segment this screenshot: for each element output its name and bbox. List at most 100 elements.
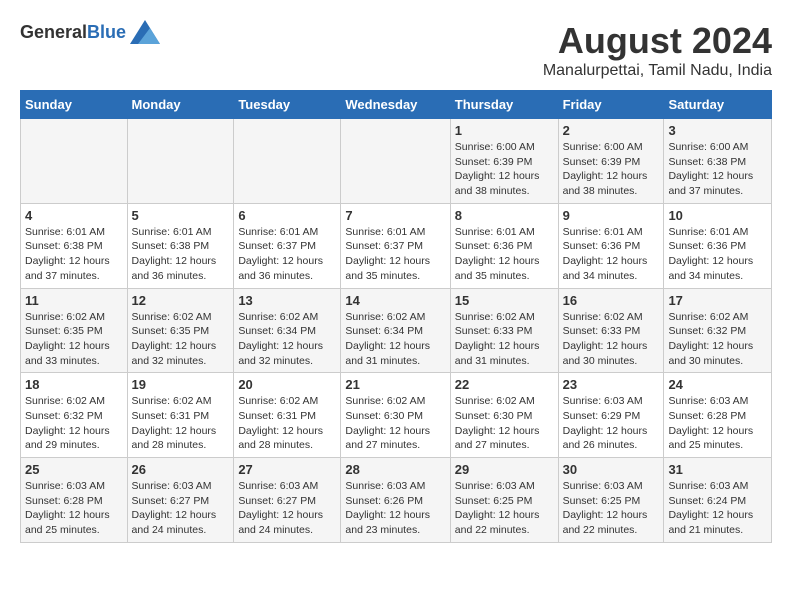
calendar-cell: 26Sunrise: 6:03 AMSunset: 6:27 PMDayligh… bbox=[127, 458, 234, 543]
day-info: Sunrise: 6:01 AMSunset: 6:36 PMDaylight:… bbox=[563, 225, 660, 284]
day-number: 12 bbox=[132, 293, 230, 308]
day-info: Sunrise: 6:02 AMSunset: 6:30 PMDaylight:… bbox=[455, 394, 554, 453]
calendar-cell: 9 Sunrise: 6:01 AMSunset: 6:36 PMDaylight… bbox=[558, 203, 664, 288]
logo-text: GeneralBlue bbox=[20, 22, 126, 43]
calendar-header-row: SundayMondayTuesdayWednesdayThursdayFrid… bbox=[21, 91, 772, 119]
calendar-cell: 5 Sunrise: 6:01 AMSunset: 6:38 PMDaylight… bbox=[127, 203, 234, 288]
day-number: 4 bbox=[25, 208, 123, 223]
day-number: 18 bbox=[25, 377, 123, 392]
calendar-cell: 12 Sunrise: 6:02 AMSunset: 6:35 PMDayligh… bbox=[127, 288, 234, 373]
calendar-cell: 30 Sunrise: 6:03 AMSunset: 6:25 PMDayligh… bbox=[558, 458, 664, 543]
day-info: Sunrise: 6:01 AMSunset: 6:37 PMDaylight:… bbox=[238, 225, 336, 284]
day-number: 9 bbox=[563, 208, 660, 223]
calendar-cell: 29 Sunrise: 6:03 AMSunset: 6:25 PMDayligh… bbox=[450, 458, 558, 543]
page-header: GeneralBlue August 2024 Manalurpettai, T… bbox=[20, 20, 772, 80]
day-info: Sunrise: 6:02 AMSunset: 6:35 PMDaylight:… bbox=[132, 310, 230, 369]
calendar-week-row: 25 Sunrise: 6:03 AMSunset: 6:28 PMDayligh… bbox=[21, 458, 772, 543]
calendar-cell: 13 Sunrise: 6:02 AMSunset: 6:34 PMDayligh… bbox=[234, 288, 341, 373]
day-number: 31 bbox=[668, 462, 767, 477]
day-info: Sunrise: 6:02 AMSunset: 6:34 PMDaylight:… bbox=[238, 310, 336, 369]
day-info: Sunrise: 6:03 AMSunset: 6:25 PMDaylight:… bbox=[563, 479, 660, 538]
day-number: 29 bbox=[455, 462, 554, 477]
calendar-table: SundayMondayTuesdayWednesdayThursdayFrid… bbox=[20, 90, 772, 543]
calendar-cell: 6Sunrise: 6:01 AMSunset: 6:37 PMDaylight… bbox=[234, 203, 341, 288]
day-number: 27 bbox=[238, 462, 336, 477]
day-number: 11 bbox=[25, 293, 123, 308]
calendar-cell: 1Sunrise: 6:00 AMSunset: 6:39 PMDaylight… bbox=[450, 119, 558, 204]
calendar-cell: 18 Sunrise: 6:02 AMSunset: 6:32 PMDayligh… bbox=[21, 373, 128, 458]
page-title: August 2024 bbox=[543, 20, 772, 62]
day-header-wednesday: Wednesday bbox=[341, 91, 450, 119]
day-info: Sunrise: 6:02 AMSunset: 6:32 PMDaylight:… bbox=[668, 310, 767, 369]
day-header-saturday: Saturday bbox=[664, 91, 772, 119]
calendar-cell bbox=[341, 119, 450, 204]
calendar-cell: 3 Sunrise: 6:00 AMSunset: 6:38 PMDaylight… bbox=[664, 119, 772, 204]
calendar-cell: 31 Sunrise: 6:03 AMSunset: 6:24 PMDayligh… bbox=[664, 458, 772, 543]
calendar-cell: 19 Sunrise: 6:02 AMSunset: 6:31 PMDayligh… bbox=[127, 373, 234, 458]
day-number: 1 bbox=[455, 123, 554, 138]
calendar-cell: 28 Sunrise: 6:03 AMSunset: 6:26 PMDayligh… bbox=[341, 458, 450, 543]
calendar-cell: 25 Sunrise: 6:03 AMSunset: 6:28 PMDayligh… bbox=[21, 458, 128, 543]
day-number: 20 bbox=[238, 377, 336, 392]
day-info: Sunrise: 6:01 AMSunset: 6:38 PMDaylight:… bbox=[132, 225, 230, 284]
day-header-friday: Friday bbox=[558, 91, 664, 119]
logo: GeneralBlue bbox=[20, 20, 160, 44]
calendar-cell bbox=[21, 119, 128, 204]
day-info: Sunrise: 6:03 AMSunset: 6:28 PMDaylight:… bbox=[25, 479, 123, 538]
logo-blue: Blue bbox=[87, 22, 126, 42]
day-info: Sunrise: 6:01 AMSunset: 6:36 PMDaylight:… bbox=[668, 225, 767, 284]
day-info: Sunrise: 6:03 AMSunset: 6:29 PMDaylight:… bbox=[563, 394, 660, 453]
calendar-week-row: 4 Sunrise: 6:01 AMSunset: 6:38 PMDaylight… bbox=[21, 203, 772, 288]
day-info: Sunrise: 6:03 AMSunset: 6:24 PMDaylight:… bbox=[668, 479, 767, 538]
day-info: Sunrise: 6:01 AMSunset: 6:36 PMDaylight:… bbox=[455, 225, 554, 284]
day-number: 5 bbox=[132, 208, 230, 223]
day-number: 8 bbox=[455, 208, 554, 223]
calendar-cell: 23Sunrise: 6:03 AMSunset: 6:29 PMDayligh… bbox=[558, 373, 664, 458]
day-number: 19 bbox=[132, 377, 230, 392]
calendar-cell bbox=[127, 119, 234, 204]
day-number: 28 bbox=[345, 462, 445, 477]
calendar-week-row: 1 Sunrise: 6:00 AMSunset: 6:39 PMDaylight… bbox=[21, 119, 772, 204]
day-info: Sunrise: 6:02 AMSunset: 6:34 PMDaylight:… bbox=[345, 310, 445, 369]
day-info: Sunrise: 6:03 AMSunset: 6:26 PMDaylight:… bbox=[345, 479, 445, 538]
day-number: 3 bbox=[668, 123, 767, 138]
logo-icon bbox=[130, 20, 160, 44]
calendar-week-row: 11 Sunrise: 6:02 AMSunset: 6:35 PMDayligh… bbox=[21, 288, 772, 373]
day-number: 10 bbox=[668, 208, 767, 223]
calendar-cell: 2 Sunrise: 6:00 AMSunset: 6:39 PMDaylight… bbox=[558, 119, 664, 204]
day-number: 7 bbox=[345, 208, 445, 223]
calendar-cell: 10 Sunrise: 6:01 AMSunset: 6:36 PMDayligh… bbox=[664, 203, 772, 288]
day-number: 26 bbox=[132, 462, 230, 477]
calendar-cell: 15Sunrise: 6:02 AMSunset: 6:33 PMDayligh… bbox=[450, 288, 558, 373]
day-info: Sunrise: 6:02 AMSunset: 6:31 PMDaylight:… bbox=[238, 394, 336, 453]
calendar-cell: 11 Sunrise: 6:02 AMSunset: 6:35 PMDayligh… bbox=[21, 288, 128, 373]
calendar-week-row: 18 Sunrise: 6:02 AMSunset: 6:32 PMDayligh… bbox=[21, 373, 772, 458]
calendar-cell: 17 Sunrise: 6:02 AMSunset: 6:32 PMDayligh… bbox=[664, 288, 772, 373]
day-number: 2 bbox=[563, 123, 660, 138]
day-number: 16 bbox=[563, 293, 660, 308]
day-info: Sunrise: 6:02 AMSunset: 6:35 PMDaylight:… bbox=[25, 310, 123, 369]
day-info: Sunrise: 6:03 AMSunset: 6:27 PMDaylight:… bbox=[238, 479, 336, 538]
day-info: Sunrise: 6:02 AMSunset: 6:30 PMDaylight:… bbox=[345, 394, 445, 453]
day-info: Sunrise: 6:02 AMSunset: 6:33 PMDaylight:… bbox=[455, 310, 554, 369]
day-number: 22 bbox=[455, 377, 554, 392]
calendar-cell: 8 Sunrise: 6:01 AMSunset: 6:36 PMDaylight… bbox=[450, 203, 558, 288]
calendar-cell: 22 Sunrise: 6:02 AMSunset: 6:30 PMDayligh… bbox=[450, 373, 558, 458]
calendar-cell: 14Sunrise: 6:02 AMSunset: 6:34 PMDayligh… bbox=[341, 288, 450, 373]
calendar-cell: 16Sunrise: 6:02 AMSunset: 6:33 PMDayligh… bbox=[558, 288, 664, 373]
calendar-cell: 24 Sunrise: 6:03 AMSunset: 6:28 PMDayligh… bbox=[664, 373, 772, 458]
day-info: Sunrise: 6:02 AMSunset: 6:32 PMDaylight:… bbox=[25, 394, 123, 453]
day-number: 25 bbox=[25, 462, 123, 477]
calendar-cell: 27 Sunrise: 6:03 AMSunset: 6:27 PMDayligh… bbox=[234, 458, 341, 543]
day-info: Sunrise: 6:00 AMSunset: 6:38 PMDaylight:… bbox=[668, 140, 767, 199]
day-number: 17 bbox=[668, 293, 767, 308]
day-info: Sunrise: 6:02 AMSunset: 6:31 PMDaylight:… bbox=[132, 394, 230, 453]
day-header-tuesday: Tuesday bbox=[234, 91, 341, 119]
day-info: Sunrise: 6:03 AMSunset: 6:25 PMDaylight:… bbox=[455, 479, 554, 538]
day-number: 13 bbox=[238, 293, 336, 308]
calendar-cell bbox=[234, 119, 341, 204]
day-info: Sunrise: 6:03 AMSunset: 6:28 PMDaylight:… bbox=[668, 394, 767, 453]
day-info: Sunrise: 6:00 AMSunset: 6:39 PMDaylight:… bbox=[563, 140, 660, 199]
day-number: 24 bbox=[668, 377, 767, 392]
day-number: 30 bbox=[563, 462, 660, 477]
